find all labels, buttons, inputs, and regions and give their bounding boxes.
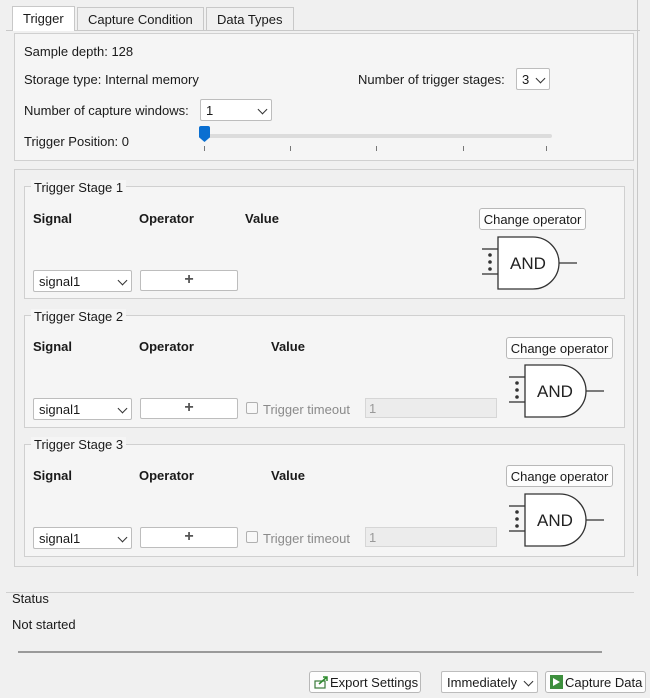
signal-select[interactable]: signal1 xyxy=(33,270,132,292)
capture-windows-label: Number of capture windows: xyxy=(24,103,189,118)
add-operator-button[interactable]: + xyxy=(140,398,238,419)
capture-windows-select[interactable]: 1 xyxy=(200,99,272,121)
capture-mode-value: Immediately xyxy=(447,675,518,690)
signal-select[interactable]: signal1 xyxy=(33,527,132,549)
add-operator-button[interactable]: + xyxy=(140,527,238,548)
progress-divider xyxy=(18,651,602,653)
add-operator-button[interactable]: + xyxy=(140,270,238,291)
slider-tick xyxy=(204,146,205,151)
chevron-down-icon xyxy=(117,532,128,543)
chevron-down-icon xyxy=(257,104,268,115)
signal-header: Signal xyxy=(33,339,73,354)
value-header: Value xyxy=(271,339,305,354)
button-label: Change operator xyxy=(483,212,582,227)
and-gate-icon: AND xyxy=(509,493,604,547)
trigger-timeout-field[interactable]: 1 xyxy=(365,527,497,547)
trigger-position-label: Trigger Position: 0 xyxy=(24,134,130,149)
value-header: Value xyxy=(271,468,305,483)
button-label: Change operator xyxy=(510,469,609,484)
chevron-down-icon xyxy=(117,403,128,414)
play-icon xyxy=(550,675,563,689)
and-gate-icon: AND xyxy=(509,364,604,418)
slider-tick xyxy=(290,146,291,151)
status-panel xyxy=(6,592,634,639)
stage-title: Trigger Stage 1 xyxy=(31,180,127,195)
trigger-timeout-label: Trigger timeout xyxy=(263,402,350,417)
tab-trigger[interactable]: Trigger xyxy=(12,6,75,31)
trigger-stages-label: Number of trigger stages: xyxy=(358,72,505,87)
tab-label: Capture Condition xyxy=(88,12,193,27)
plus-icon: + xyxy=(184,528,194,545)
operator-header: Operator xyxy=(139,468,194,483)
trigger-timeout-checkbox[interactable] xyxy=(246,402,258,414)
trigger-position-slider[interactable] xyxy=(204,134,552,138)
tab-label: Data Types xyxy=(217,12,283,27)
capture-data-button[interactable]: Capture Data xyxy=(545,671,646,693)
button-label: Capture Data xyxy=(565,675,643,690)
timeout-value: 1 xyxy=(369,401,377,416)
signal-value: signal1 xyxy=(39,531,81,546)
export-settings-button[interactable]: Export Settings xyxy=(309,671,421,693)
trigger-stages-select[interactable]: 3 xyxy=(516,68,550,90)
slider-tick xyxy=(463,146,464,151)
signal-header: Signal xyxy=(33,468,73,483)
tab-data-types[interactable]: Data Types xyxy=(206,7,294,31)
and-gate-icon: AND xyxy=(482,236,577,290)
operator-header: Operator xyxy=(139,339,194,354)
chevron-down-icon xyxy=(523,676,534,687)
signal-value: signal1 xyxy=(39,274,81,289)
tab-capture-condition[interactable]: Capture Condition xyxy=(77,7,204,31)
capture-mode-select[interactable]: Immediately xyxy=(441,671,538,693)
chevron-down-icon xyxy=(117,275,128,286)
operator-header: Operator xyxy=(139,211,194,226)
signal-header: Signal xyxy=(33,211,73,226)
value-header: Value xyxy=(245,211,279,226)
change-operator-button[interactable]: Change operator xyxy=(479,208,586,230)
sample-depth-label: Sample depth: 128 xyxy=(24,44,134,59)
button-label: Change operator xyxy=(510,341,609,356)
button-label: Export Settings xyxy=(330,675,419,690)
change-operator-button[interactable]: Change operator xyxy=(506,465,613,487)
scroll-edge xyxy=(637,0,638,576)
status-text: Not started xyxy=(12,617,76,632)
trigger-timeout-checkbox[interactable] xyxy=(246,531,258,543)
trigger-timeout-label: Trigger timeout xyxy=(263,531,350,546)
stage-title: Trigger Stage 3 xyxy=(31,437,127,452)
export-icon xyxy=(314,676,328,689)
plus-icon: + xyxy=(184,271,194,288)
timeout-value: 1 xyxy=(369,530,377,545)
stage-title: Trigger Stage 2 xyxy=(31,309,127,324)
gate-label: AND xyxy=(537,382,573,401)
trigger-timeout-field[interactable]: 1 xyxy=(365,398,497,418)
slider-tick xyxy=(546,146,547,151)
slider-tick xyxy=(376,146,377,151)
plus-icon: + xyxy=(184,399,194,416)
chevron-down-icon xyxy=(535,73,546,84)
signal-select[interactable]: signal1 xyxy=(33,398,132,420)
status-title: Status xyxy=(12,591,49,606)
storage-type-label: Storage type: Internal memory xyxy=(24,72,199,87)
signal-value: signal1 xyxy=(39,402,81,417)
gate-label: AND xyxy=(537,511,573,530)
gate-label: AND xyxy=(510,254,546,273)
change-operator-button[interactable]: Change operator xyxy=(506,337,613,359)
tab-label: Trigger xyxy=(23,11,64,26)
capture-windows-value: 1 xyxy=(206,103,214,118)
trigger-stages-value: 3 xyxy=(522,72,530,87)
